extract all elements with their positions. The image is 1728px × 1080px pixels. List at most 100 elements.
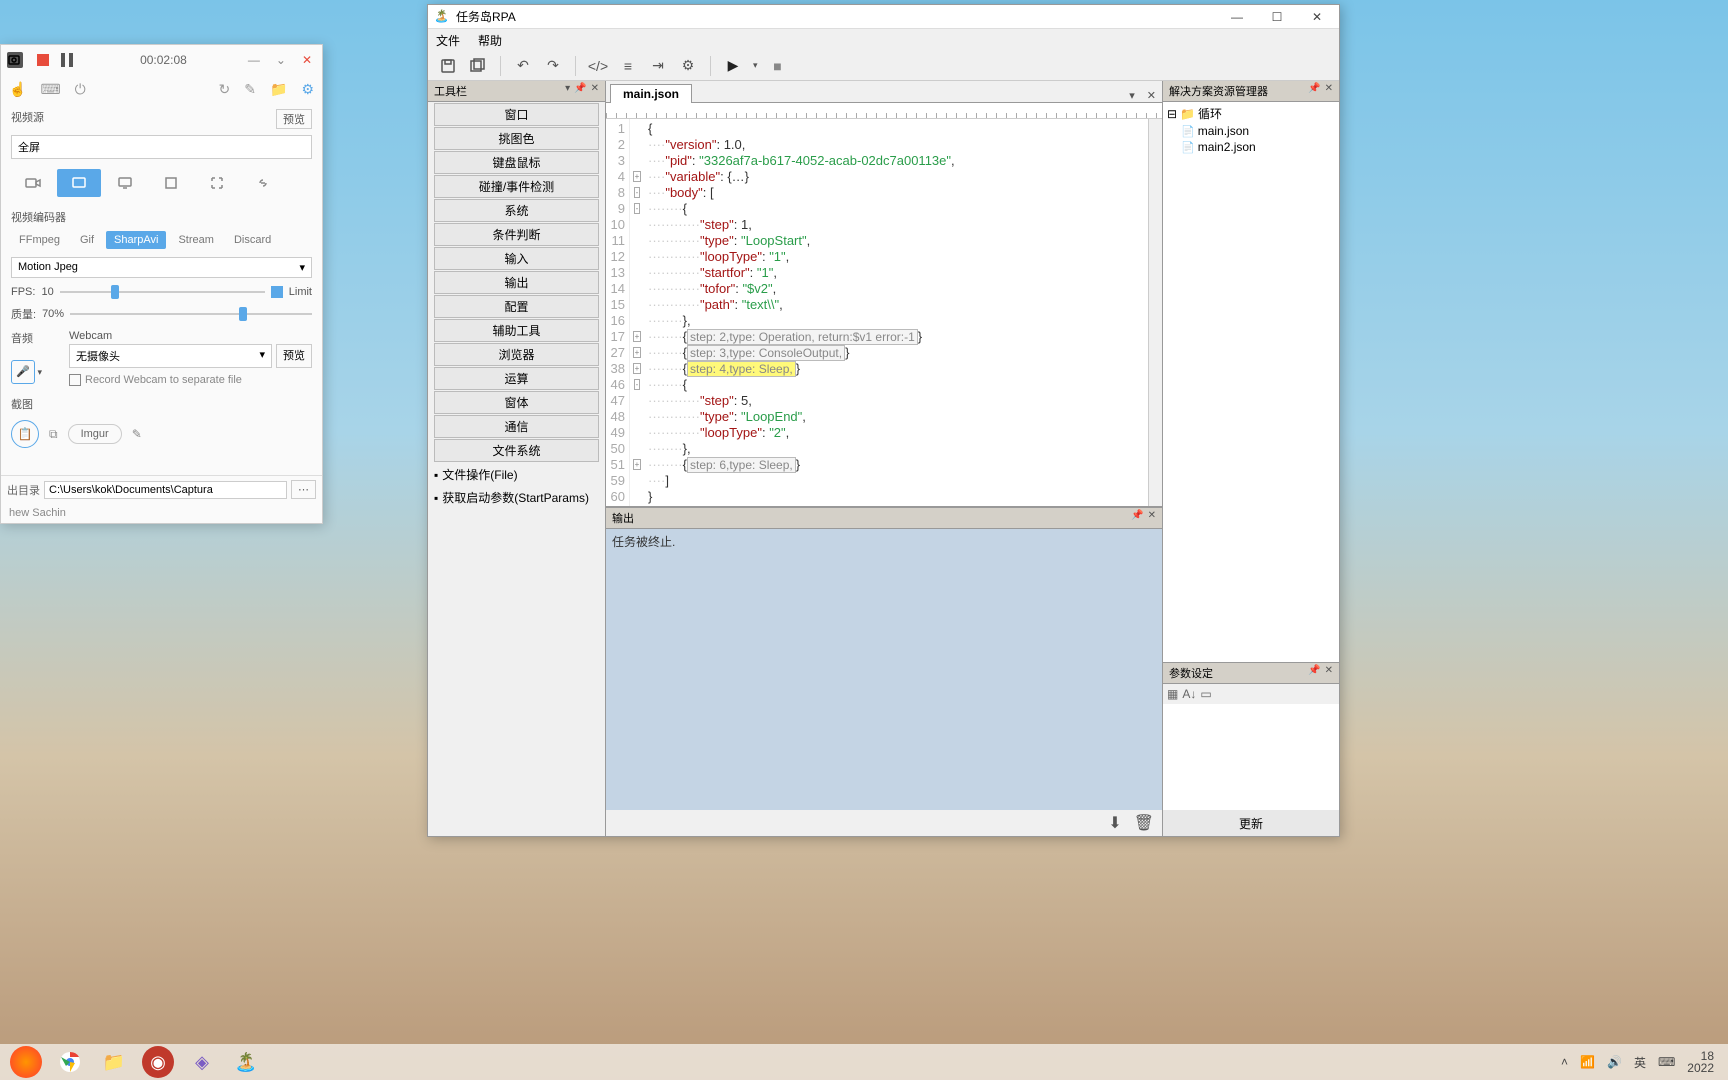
camera-mode-icon[interactable] (11, 169, 55, 197)
menu-file[interactable]: 文件 (436, 32, 460, 49)
close-icon[interactable]: ✕ (302, 53, 312, 67)
pin-icon[interactable]: 📌 (574, 83, 586, 99)
close-icon[interactable]: ✕ (591, 83, 599, 99)
captura-icon[interactable]: ◉ (142, 1046, 174, 1078)
copy-icon[interactable]: ⧉ (49, 427, 58, 442)
tray-chevron-icon[interactable]: ˄ (1561, 1055, 1568, 1069)
tab-dropdown-icon[interactable]: ▾ (1123, 89, 1141, 102)
play-icon[interactable]: ▶ (723, 56, 743, 76)
indent-icon[interactable]: ⇥ (648, 56, 668, 76)
redo-icon[interactable]: ↷ (543, 56, 563, 76)
stop-icon[interactable]: ■ (768, 56, 788, 76)
toolbox-item[interactable]: 配置 (434, 295, 599, 318)
imgur-button[interactable]: Imgur (68, 424, 122, 444)
keyboard-icon[interactable]: ⌨ (40, 81, 60, 98)
close-icon[interactable]: ✕ (1325, 665, 1333, 681)
toolbox-item[interactable]: 系统 (434, 199, 599, 222)
visualstudio-icon[interactable]: ◈ (186, 1046, 218, 1078)
maximize-icon[interactable]: ☐ (1267, 10, 1287, 24)
toolbox-item[interactable]: 运算 (434, 367, 599, 390)
tab-close-icon[interactable]: ✕ (1141, 89, 1162, 102)
expand-icon[interactable]: ⌄ (276, 53, 286, 67)
settings-icon[interactable]: ⚙ (678, 56, 698, 76)
code-icon[interactable]: </> (588, 56, 608, 76)
toolbox-item[interactable]: 条件判断 (434, 223, 599, 246)
outdir-browse[interactable]: ⋯ (291, 480, 316, 499)
screen-mode-icon[interactable] (57, 169, 101, 197)
pin-icon[interactable]: 📌 (1308, 83, 1320, 99)
fps-slider[interactable] (60, 291, 265, 293)
props-icon[interactable]: ▭ (1200, 687, 1211, 701)
webcam-preview-button[interactable]: 预览 (276, 344, 312, 368)
minimize-icon[interactable]: — (248, 53, 260, 67)
pin-icon[interactable]: 📌 (1131, 510, 1143, 526)
power-icon[interactable]: ⏻ (75, 81, 86, 98)
rpa-app-icon[interactable]: 🏝️ (230, 1046, 262, 1078)
mic-icon[interactable]: 🎤 (11, 360, 35, 384)
menu-help[interactable]: 帮助 (478, 32, 502, 49)
clipboard-icon[interactable]: 📋 (11, 420, 39, 448)
tab-discard[interactable]: Discard (226, 231, 279, 249)
tab-ffmpeg[interactable]: FFmpeg (11, 231, 68, 249)
toolbox-item[interactable]: 挑图色 (434, 127, 599, 150)
explorer-icon[interactable]: 📁 (98, 1046, 130, 1078)
pin-icon[interactable]: ▾ (565, 83, 570, 99)
tab-stream[interactable]: Stream (170, 231, 221, 249)
toolbox-item[interactable]: 通信 (434, 415, 599, 438)
tree-root[interactable]: ⊟循环 (1167, 104, 1335, 123)
webcam-select[interactable]: 无摄像头▾ (69, 344, 272, 368)
undo-icon[interactable]: ↶ (513, 56, 533, 76)
ime-indicator[interactable]: 英 (1634, 1054, 1646, 1071)
toolbox-item[interactable]: 输入 (434, 247, 599, 270)
tab-sharpavi[interactable]: SharpAvi (106, 231, 166, 249)
outdir-input[interactable] (44, 481, 287, 499)
download-icon[interactable]: ⬇ (1108, 813, 1121, 833)
tree-file[interactable]: main2.json (1167, 139, 1335, 155)
firefox-icon[interactable] (10, 1046, 42, 1078)
edit-icon[interactable]: ✎ (132, 427, 142, 441)
toolbox-item[interactable]: 窗体 (434, 391, 599, 414)
update-button[interactable]: 更新 (1239, 815, 1263, 832)
pause-button[interactable] (61, 53, 73, 67)
limit-checkbox[interactable] (271, 286, 283, 298)
settings-icon[interactable]: ⚙ (301, 81, 314, 98)
params-grid[interactable] (1163, 704, 1339, 810)
editor-tab-main[interactable]: main.json (610, 84, 692, 103)
close-icon[interactable]: ✕ (1325, 83, 1333, 99)
link-mode-icon[interactable] (241, 169, 285, 197)
sort-icon[interactable]: A↓ (1182, 687, 1196, 701)
region-mode-icon[interactable] (195, 169, 239, 197)
monitor-mode-icon[interactable] (103, 169, 147, 197)
save-icon[interactable] (438, 56, 458, 76)
toolbox-item[interactable]: 辅助工具 (434, 319, 599, 342)
tab-gif[interactable]: Gif (72, 231, 102, 249)
save-all-icon[interactable] (468, 56, 488, 76)
toolbox-item[interactable]: 文件系统 (434, 439, 599, 462)
toolbox-item[interactable]: 浏览器 (434, 343, 599, 366)
refresh-icon[interactable]: ↻ (219, 81, 231, 98)
volume-icon[interactable]: 🔊 (1607, 1055, 1622, 1069)
video-source-select[interactable]: 全屏 (11, 135, 312, 159)
toolbox-tree-node[interactable]: ▪获取启动参数(StartParams) (434, 488, 599, 507)
toolbox-item[interactable]: 窗口 (434, 103, 599, 126)
webcam-separate-checkbox[interactable] (69, 374, 81, 386)
code-editor[interactable]: 1234891011121314151617273846474849505159… (606, 119, 1162, 506)
clock[interactable]: 182022 (1687, 1050, 1714, 1074)
pen-icon[interactable]: ✎ (244, 81, 256, 98)
keyboard-tray-icon[interactable]: ⌨ (1658, 1055, 1675, 1069)
camera-icon[interactable] (7, 52, 23, 68)
hand-icon[interactable]: ☝ (9, 81, 26, 98)
trash-icon[interactable]: 🗑 (1134, 813, 1154, 833)
play-dropdown-icon[interactable]: ▾ (753, 60, 758, 71)
toolbox-item[interactable]: 碰撞/事件检测 (434, 175, 599, 198)
preview-button[interactable]: 预览 (276, 109, 312, 129)
categorize-icon[interactable]: ▦ (1167, 687, 1178, 701)
window-mode-icon[interactable] (149, 169, 193, 197)
record-button[interactable] (37, 54, 49, 66)
folder-icon[interactable]: 📁 (270, 81, 287, 98)
vertical-scrollbar[interactable] (1148, 119, 1162, 506)
close-icon[interactable]: ✕ (1307, 10, 1327, 24)
codec-select[interactable]: Motion Jpeg▾ (11, 257, 312, 278)
format-icon[interactable]: ≡ (618, 56, 638, 76)
toolbox-tree-node[interactable]: ▪文件操作(File) (434, 465, 599, 484)
